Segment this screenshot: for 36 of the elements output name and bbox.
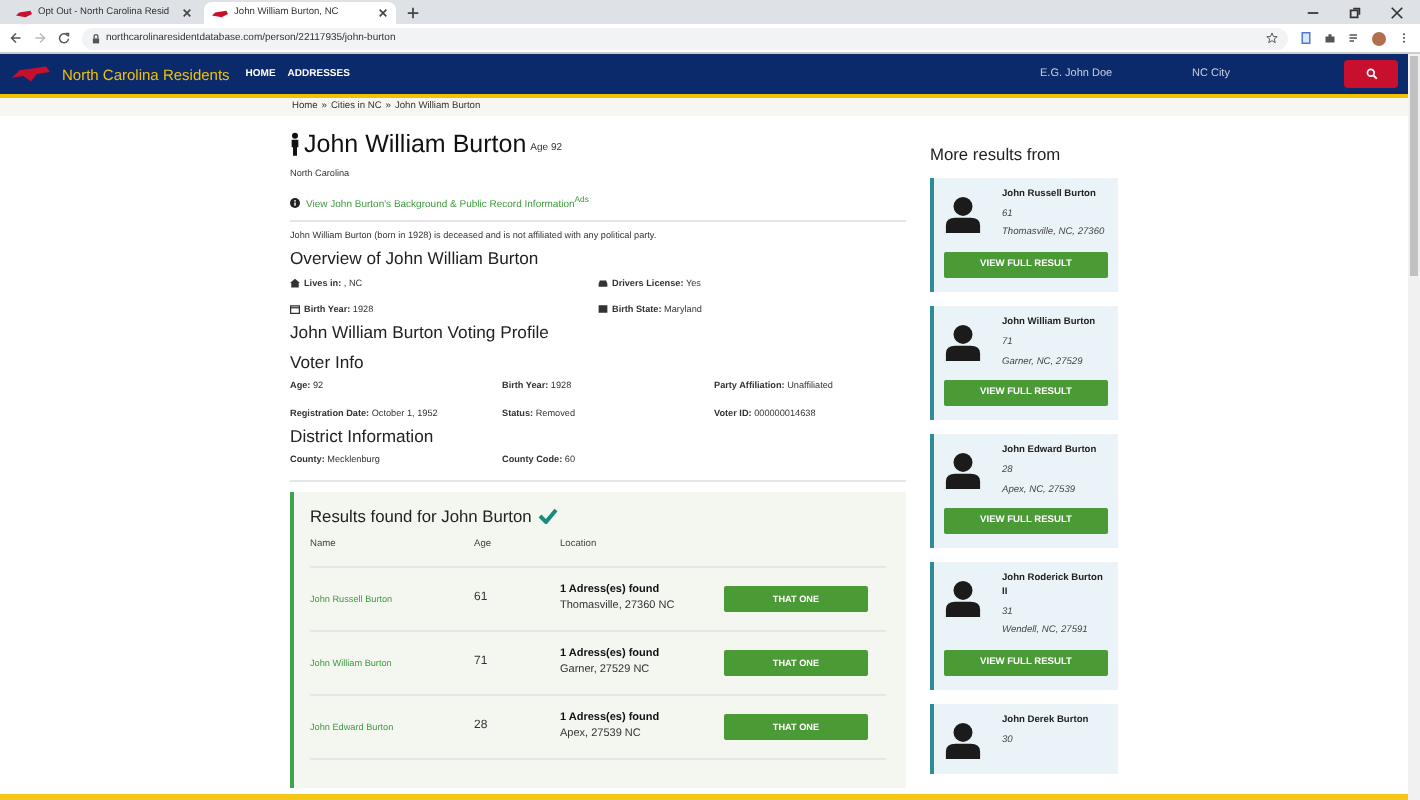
sidebar-heading: More results from	[930, 144, 1063, 164]
search-button[interactable]	[1344, 60, 1398, 88]
user-silhouette-icon	[944, 578, 982, 619]
close-icon[interactable]	[1390, 6, 1404, 20]
section-heading: District Information	[290, 428, 436, 448]
scrollbar-thumb[interactable]	[1410, 56, 1418, 276]
checkmark-icon	[537, 507, 558, 524]
search-icon	[1365, 68, 1377, 80]
results-heading: Results found for John Burton	[310, 505, 532, 526]
user-silhouette-icon	[944, 194, 982, 234]
user-silhouette-icon	[944, 720, 982, 761]
document-icon[interactable]	[1300, 32, 1312, 44]
user-silhouette-icon	[944, 322, 982, 363]
restore-icon[interactable]	[1348, 6, 1362, 20]
new-tab-icon[interactable]	[406, 6, 420, 20]
section-heading: Overview of John William Burton	[290, 250, 541, 269]
user-silhouette-icon	[944, 450, 982, 491]
back-icon[interactable]	[10, 32, 22, 44]
lock-icon	[92, 33, 100, 43]
calendar-icon	[290, 304, 300, 315]
person-icon	[290, 132, 300, 156]
star-icon[interactable]	[1266, 32, 1278, 44]
info-icon	[290, 197, 300, 207]
playlist-icon[interactable]	[1348, 32, 1360, 44]
section-heading: Voter Info	[290, 353, 366, 373]
section-heading: John William Burton Voting Profile	[290, 324, 551, 344]
person-name: John William Burton	[304, 131, 527, 156]
close-icon[interactable]	[378, 8, 388, 18]
map-icon	[16, 9, 32, 17]
minimize-icon[interactable]	[1306, 6, 1320, 20]
map-icon	[212, 9, 228, 17]
avatar-circle[interactable]	[1372, 31, 1386, 45]
close-icon[interactable]	[182, 8, 192, 18]
home-icon	[290, 278, 300, 289]
scrollbar[interactable]	[1408, 54, 1420, 800]
reload-icon[interactable]	[58, 32, 70, 44]
